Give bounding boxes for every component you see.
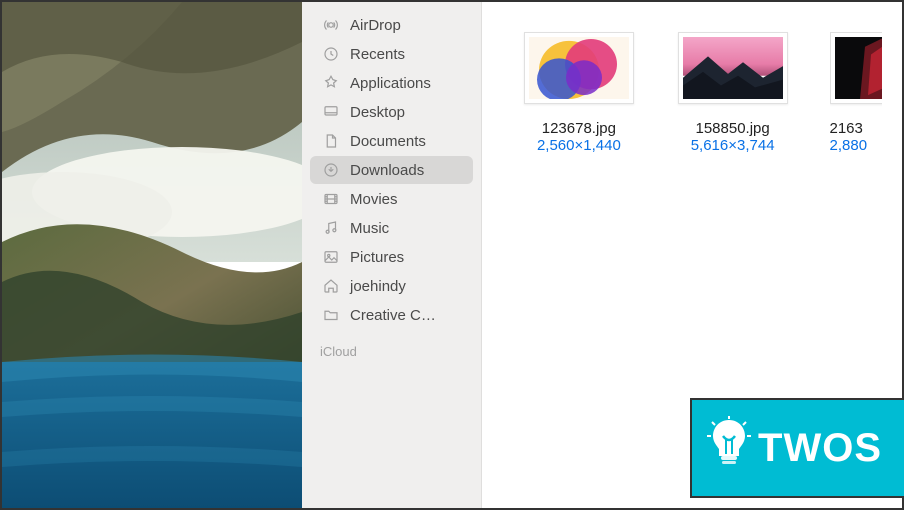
- sidebar-item-creative-cloud[interactable]: Creative C…: [310, 301, 473, 329]
- file-thumbnail: [524, 32, 634, 104]
- sidebar-item-home[interactable]: joehindy: [310, 272, 473, 300]
- lightbulb-icon: [706, 416, 752, 480]
- movies-icon: [322, 190, 340, 208]
- sidebar-item-label: Applications: [350, 75, 431, 92]
- watermark-badge: TWOS: [690, 398, 904, 498]
- sidebar-item-movies[interactable]: Movies: [310, 185, 473, 213]
- file-dimensions: 5,616×3,744: [691, 137, 775, 154]
- sidebar-item-label: Recents: [350, 46, 405, 63]
- sidebar-item-airdrop[interactable]: AirDrop: [310, 11, 473, 39]
- sidebar-item-label: Creative C…: [350, 307, 436, 324]
- file-thumbnail: [830, 32, 883, 104]
- sidebar-item-downloads[interactable]: Downloads: [310, 156, 473, 184]
- sidebar-item-music[interactable]: Music: [310, 214, 473, 242]
- file-name: 158850.jpg: [696, 120, 770, 137]
- sidebar-item-label: Pictures: [350, 249, 404, 266]
- sidebar-item-recents[interactable]: Recents: [310, 40, 473, 68]
- download-icon: [322, 161, 340, 179]
- home-icon: [322, 277, 340, 295]
- sidebar-item-applications[interactable]: Applications: [310, 69, 473, 97]
- pictures-icon: [322, 248, 340, 266]
- sidebar-item-label: Movies: [350, 191, 398, 208]
- file-thumbnail: [678, 32, 788, 104]
- file-item[interactable]: 2163 2,880: [830, 32, 883, 154]
- apps-icon: [322, 74, 340, 92]
- file-dimensions: 2,880: [830, 137, 868, 154]
- desktop-icon: [322, 103, 340, 121]
- document-icon: [322, 132, 340, 150]
- file-name: 123678.jpg: [542, 120, 616, 137]
- music-icon: [322, 219, 340, 237]
- sidebar-item-pictures[interactable]: Pictures: [310, 243, 473, 271]
- sidebar-item-label: joehindy: [350, 278, 406, 295]
- file-dimensions: 2,560×1,440: [537, 137, 621, 154]
- watermark-text: TWOS: [758, 426, 882, 471]
- sidebar-item-label: Downloads: [350, 162, 424, 179]
- sidebar-item-label: Desktop: [350, 104, 405, 121]
- airdrop-icon: [322, 16, 340, 34]
- sidebar-item-documents[interactable]: Documents: [310, 127, 473, 155]
- desktop-wallpaper: [2, 2, 302, 508]
- folder-icon: [322, 306, 340, 324]
- sidebar-item-label: Documents: [350, 133, 426, 150]
- finder-sidebar: AirDrop Recents Applications Desktop Doc: [302, 2, 482, 508]
- sidebar-item-label: AirDrop: [350, 17, 401, 34]
- sidebar-item-label: Music: [350, 220, 389, 237]
- file-item[interactable]: 123678.jpg 2,560×1,440: [522, 32, 636, 154]
- file-item[interactable]: 158850.jpg 5,616×3,744: [676, 32, 790, 154]
- sidebar-item-desktop[interactable]: Desktop: [310, 98, 473, 126]
- sidebar-section-icloud: iCloud: [302, 330, 481, 363]
- file-name: 2163: [830, 120, 863, 137]
- clock-icon: [322, 45, 340, 63]
